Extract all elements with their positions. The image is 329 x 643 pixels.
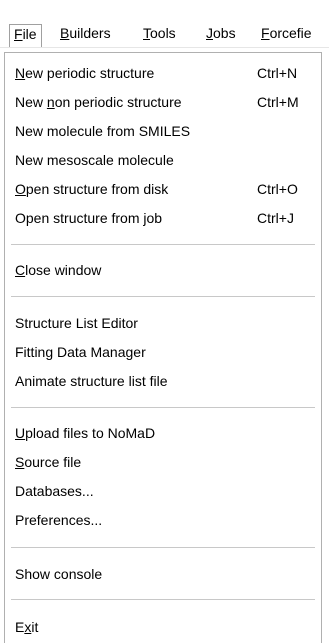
menu-tools[interactable]: Tools — [138, 24, 181, 47]
animate-structure-list-file-item[interactable]: Animate structure list file — [5, 369, 321, 393]
open-structure-from-disk-item[interactable]: Open structure from disk Ctrl+O — [5, 177, 321, 201]
menu-separator — [11, 599, 315, 600]
menu-file[interactable]: File — [9, 24, 42, 47]
menu-separator — [11, 244, 315, 245]
file-menu-dropdown: New periodic structure Ctrl+N New non pe… — [4, 52, 322, 643]
new-molecule-from-smiles-item[interactable]: New molecule from SMILES — [5, 119, 321, 143]
shortcut-label: Ctrl+M — [257, 94, 299, 110]
fitting-data-manager-item[interactable]: Fitting Data Manager — [5, 340, 321, 364]
new-non-periodic-structure-item[interactable]: New non periodic structure Ctrl+M — [5, 90, 321, 114]
menu-separator — [11, 407, 315, 408]
menu-bar: File Builders Tools Jobs Forcefie — [0, 0, 329, 48]
shortcut-label: Ctrl+N — [257, 65, 298, 81]
upload-files-to-nomad-item[interactable]: Upload files to NoMaD — [5, 421, 321, 445]
close-window-item[interactable]: Close window — [5, 258, 321, 282]
menu-forcefield[interactable]: Forcefie — [256, 24, 317, 47]
open-structure-from-job-item[interactable]: Open structure from job Ctrl+J — [5, 206, 321, 230]
shortcut-label: Ctrl+J — [257, 210, 294, 226]
source-file-item[interactable]: Source file — [5, 450, 321, 474]
menu-separator — [11, 296, 315, 297]
shortcut-label: Ctrl+O — [257, 181, 298, 197]
menu-jobs[interactable]: Jobs — [201, 24, 241, 47]
show-console-item[interactable]: Show console — [5, 562, 321, 586]
databases-item[interactable]: Databases... — [5, 479, 321, 503]
new-mesoscale-molecule-item[interactable]: New mesoscale molecule — [5, 148, 321, 172]
menu-builders[interactable]: Builders — [55, 24, 116, 47]
structure-list-editor-item[interactable]: Structure List Editor — [5, 311, 321, 335]
menu-separator — [11, 547, 315, 548]
exit-item[interactable]: Exit — [5, 615, 321, 639]
preferences-item[interactable]: Preferences... — [5, 508, 321, 532]
new-periodic-structure-item[interactable]: New periodic structure Ctrl+N — [5, 61, 321, 85]
